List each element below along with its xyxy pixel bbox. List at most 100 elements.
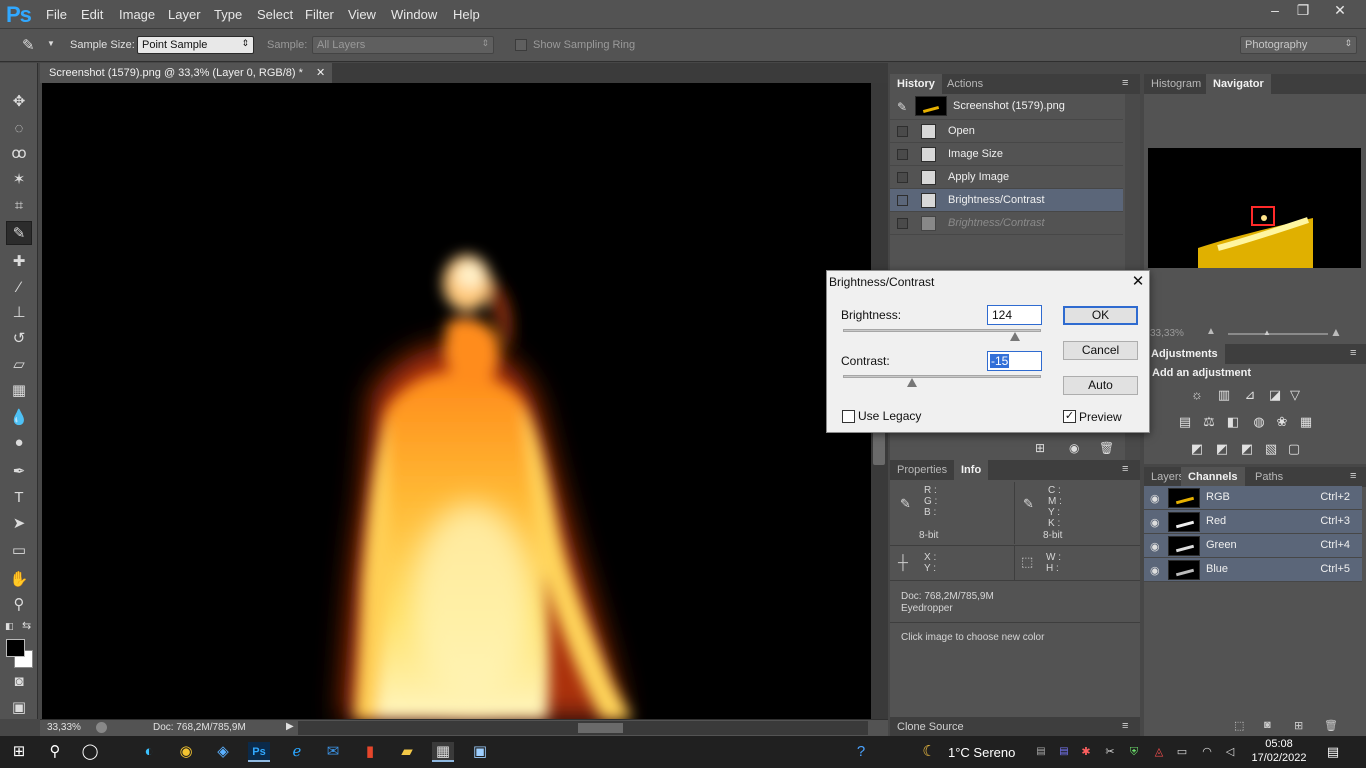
- navigator-zoom-thumb[interactable]: ▲: [1263, 328, 1271, 337]
- gradient-tool-icon[interactable]: ▦: [6, 379, 32, 403]
- vibrance-icon[interactable]: ▽: [1286, 387, 1304, 403]
- visibility-eye-icon[interactable]: ◉: [1150, 516, 1160, 529]
- menu-image[interactable]: Image: [119, 7, 155, 22]
- history-checkbox[interactable]: [897, 172, 908, 183]
- threshold-icon[interactable]: ◩: [1238, 441, 1256, 457]
- default-colors-icon[interactable]: ◧: [5, 621, 14, 632]
- zoom-level[interactable]: 33,33%: [47, 722, 81, 733]
- path-selection-tool-icon[interactable]: ➤: [6, 512, 32, 536]
- navigator-preview[interactable]: [1148, 148, 1361, 268]
- cmyk-eyedropper-icon[interactable]: ✎: [1023, 496, 1034, 512]
- scrollbar-thumb[interactable]: [578, 723, 623, 733]
- tray-icon[interactable]: ▤: [1030, 742, 1052, 762]
- battery-icon[interactable]: ▭: [1171, 742, 1193, 762]
- windows-start-icon[interactable]: ⊞: [8, 742, 30, 762]
- tab-paths[interactable]: Paths: [1248, 467, 1290, 487]
- swap-colors-icon[interactable]: ⇆: [22, 619, 31, 632]
- tab-histogram[interactable]: Histogram: [1144, 74, 1208, 94]
- photoshop-taskbar-icon[interactable]: Ps: [248, 742, 270, 762]
- document-canvas[interactable]: [42, 83, 871, 719]
- weather-text[interactable]: 1°C Sereno: [948, 745, 1015, 760]
- tab-actions[interactable]: Actions: [940, 74, 990, 94]
- canvas-horizontal-scrollbar[interactable]: [298, 721, 868, 735]
- hue-saturation-icon[interactable]: ▤: [1176, 414, 1194, 430]
- healing-brush-tool-icon[interactable]: ✚: [6, 250, 32, 274]
- eyedropper-tool-preset-icon[interactable]: ✎: [22, 36, 35, 54]
- tray-icon[interactable]: ✱: [1075, 742, 1097, 762]
- selective-color-icon[interactable]: ▢: [1285, 441, 1303, 457]
- history-checkbox[interactable]: [897, 195, 908, 206]
- gradient-map-icon[interactable]: ▧: [1262, 441, 1280, 457]
- brightness-input[interactable]: 124: [987, 305, 1042, 325]
- invert-icon[interactable]: ◩: [1188, 441, 1206, 457]
- marquee-tool-icon[interactable]: ◌: [6, 117, 32, 141]
- type-tool-icon[interactable]: T: [6, 486, 32, 510]
- color-lookup-icon[interactable]: ▦: [1297, 414, 1315, 430]
- brightness-contrast-icon[interactable]: ☼: [1188, 387, 1206, 403]
- tray-icon[interactable]: ▤: [1053, 742, 1075, 762]
- load-selection-icon[interactable]: ⬚: [1234, 719, 1244, 732]
- eyedropper-tool-icon[interactable]: ✎: [6, 221, 32, 245]
- history-brush-source-icon[interactable]: ✎: [897, 100, 907, 114]
- internet-explorer-icon[interactable]: ℯ: [286, 742, 308, 762]
- sample-layers-select[interactable]: All Layers ⇕: [312, 36, 494, 54]
- color-balance-icon[interactable]: ⚖: [1200, 414, 1218, 430]
- magic-wand-tool-icon[interactable]: ✶: [6, 168, 32, 192]
- volume-muted-icon[interactable]: ◁: [1219, 742, 1241, 762]
- close-document-icon[interactable]: ✕: [316, 66, 325, 79]
- preview-checkbox[interactable]: ✓: [1063, 410, 1076, 423]
- close-window-button[interactable]: ✕: [1322, 0, 1358, 20]
- edge-browser-icon[interactable]: ◐: [138, 742, 160, 762]
- brightness-slider-thumb[interactable]: [1010, 332, 1021, 341]
- clock[interactable]: 05:08 17/02/2022: [1250, 737, 1308, 765]
- cancel-button[interactable]: Cancel: [1063, 341, 1138, 360]
- menu-select[interactable]: Select: [257, 7, 293, 22]
- brush-tool-icon[interactable]: ∕: [6, 276, 32, 300]
- tab-navigator[interactable]: Navigator: [1206, 74, 1271, 94]
- panel-menu-icon[interactable]: ≡: [1122, 77, 1128, 89]
- menu-window[interactable]: Window: [391, 7, 437, 22]
- screen-mode-icon[interactable]: ▣: [6, 696, 32, 720]
- tab-clone-source[interactable]: Clone Source: [890, 717, 971, 737]
- history-item-active[interactable]: Brightness/Contrast: [890, 189, 1123, 212]
- new-channel-icon[interactable]: ⊞: [1294, 719, 1303, 732]
- save-selection-icon[interactable]: ◙: [1264, 719, 1271, 731]
- history-item-undone[interactable]: Brightness/Contrast: [890, 212, 1123, 235]
- clone-stamp-tool-icon[interactable]: ⊥: [6, 301, 32, 325]
- exposure-icon[interactable]: ◪: [1266, 387, 1284, 403]
- workspace-select[interactable]: Photography ⇕: [1240, 36, 1357, 54]
- panel-menu-icon[interactable]: ≡: [1122, 720, 1128, 732]
- tab-channels[interactable]: Channels: [1181, 467, 1245, 487]
- status-info-icon[interactable]: [96, 722, 107, 733]
- curves-icon[interactable]: ⊿: [1241, 387, 1259, 403]
- channel-row-rgb[interactable]: ◉ RGB Ctrl+2: [1144, 486, 1362, 510]
- use-legacy-checkbox[interactable]: [842, 410, 855, 423]
- sample-size-select[interactable]: Point Sample ⇕: [137, 36, 254, 54]
- tray-icon[interactable]: ✂: [1099, 742, 1121, 762]
- hand-tool-icon[interactable]: ✋: [6, 568, 32, 592]
- menu-filter[interactable]: Filter: [305, 7, 334, 22]
- zoom-out-icon[interactable]: ▲: [1206, 326, 1216, 337]
- history-checkbox[interactable]: [897, 126, 908, 137]
- tab-properties[interactable]: Properties: [890, 460, 954, 480]
- status-menu-arrow-icon[interactable]: ▶: [286, 721, 294, 732]
- app-icon[interactable]: ◈: [212, 742, 234, 762]
- security-shield-icon[interactable]: ⛨: [1123, 742, 1145, 762]
- menu-view[interactable]: View: [348, 7, 376, 22]
- notifications-icon[interactable]: ▤: [1322, 742, 1344, 762]
- crop-tool-icon[interactable]: ⌗: [6, 194, 32, 218]
- tab-history[interactable]: History: [890, 74, 942, 94]
- menu-edit[interactable]: Edit: [81, 7, 103, 22]
- history-item[interactable]: Open: [890, 120, 1123, 143]
- chrome-browser-icon[interactable]: ◉: [175, 742, 197, 762]
- dialog-close-button[interactable]: ✕: [1127, 272, 1149, 292]
- channel-row-green[interactable]: ◉ Green Ctrl+4: [1144, 534, 1362, 558]
- foreground-color-swatch[interactable]: [6, 639, 25, 657]
- office-icon[interactable]: ▮: [359, 742, 381, 762]
- contrast-slider-thumb[interactable]: [907, 378, 918, 387]
- ok-button[interactable]: OK: [1063, 306, 1138, 325]
- navigator-zoom-slider[interactable]: [1228, 333, 1328, 335]
- quick-mask-icon[interactable]: ◙: [6, 670, 32, 694]
- zoom-tool-icon[interactable]: ⚲: [6, 593, 32, 617]
- zoom-in-icon[interactable]: ▲: [1330, 325, 1342, 339]
